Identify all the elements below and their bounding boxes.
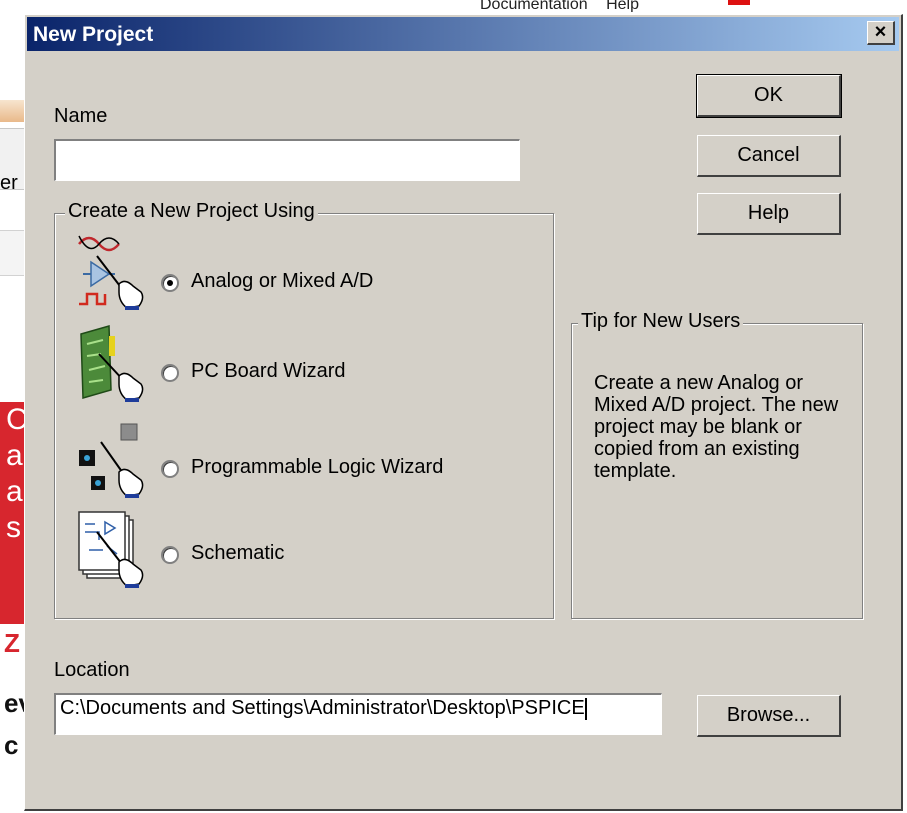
banner-text: a [6, 439, 23, 472]
cancel-button[interactable]: Cancel [697, 135, 841, 177]
location-label: Location [54, 659, 130, 681]
banner-text: C [6, 403, 26, 436]
create-project-group: Create a New Project Using Analog or Mix… [54, 200, 554, 619]
location-input[interactable]: C:\Documents and Settings\Administrator\… [54, 693, 662, 735]
menu-documentation[interactable]: Documentation [480, 0, 588, 12]
pc-board-label: PC Board Wizard [191, 360, 346, 382]
option-analog[interactable]: Analog or Mixed A/D [75, 232, 495, 312]
close-icon: × [874, 21, 887, 43]
background-panel-2 [0, 230, 26, 276]
background-red-mark [728, 0, 750, 5]
banner-text: s [6, 511, 21, 544]
browse-button[interactable]: Browse... [697, 695, 841, 737]
menu-help[interactable]: Help [606, 0, 639, 12]
ok-button[interactable]: OK [696, 74, 842, 118]
tip-text: Create a new Analog or Mixed A/D project… [594, 372, 839, 482]
tip-group-title: Tip for New Users [578, 310, 744, 333]
dialog-title: New Project [33, 23, 154, 46]
programmable-logic-label: Programmable Logic Wizard [191, 456, 444, 478]
analog-mixed-icon [78, 235, 144, 310]
background-red-banner: C a a s [0, 402, 26, 624]
tip-group: Tip for New Users Create a new Analog or… [571, 310, 863, 619]
option-pc-board[interactable]: PC Board Wizard [75, 324, 495, 404]
close-button[interactable]: × [867, 21, 895, 45]
title-bar[interactable]: New Project × [27, 17, 899, 51]
schematic-icon [78, 511, 144, 588]
background-text: c [4, 730, 19, 760]
analog-radio[interactable] [161, 274, 179, 292]
help-button[interactable]: Help [697, 193, 841, 235]
programmable-logic-radio[interactable] [161, 460, 179, 478]
name-label: Name [54, 105, 108, 127]
schematic-radio[interactable] [161, 546, 179, 564]
schematic-label: Schematic [191, 542, 285, 564]
new-project-dialog: New Project × Name OK Cancel Help Create… [24, 14, 903, 811]
pc-board-icon [80, 325, 144, 402]
background-text: er [0, 172, 18, 194]
background-tab [0, 100, 26, 122]
pc-board-radio[interactable] [161, 364, 179, 382]
create-group-title: Create a New Project Using [65, 200, 318, 223]
option-schematic[interactable]: Schematic [75, 510, 495, 590]
text-caret [584, 697, 587, 720]
banner-text: a [6, 475, 23, 508]
background-text: Z [4, 628, 20, 658]
analog-label: Analog or Mixed A/D [191, 270, 374, 292]
option-programmable-logic[interactable]: Programmable Logic Wizard [75, 420, 495, 500]
name-input[interactable] [54, 139, 520, 181]
location-value: C:\Documents and Settings\Administrator\… [60, 697, 585, 719]
background-menu: Documentation Help [480, 0, 907, 12]
programmable-logic-icon [79, 423, 144, 498]
